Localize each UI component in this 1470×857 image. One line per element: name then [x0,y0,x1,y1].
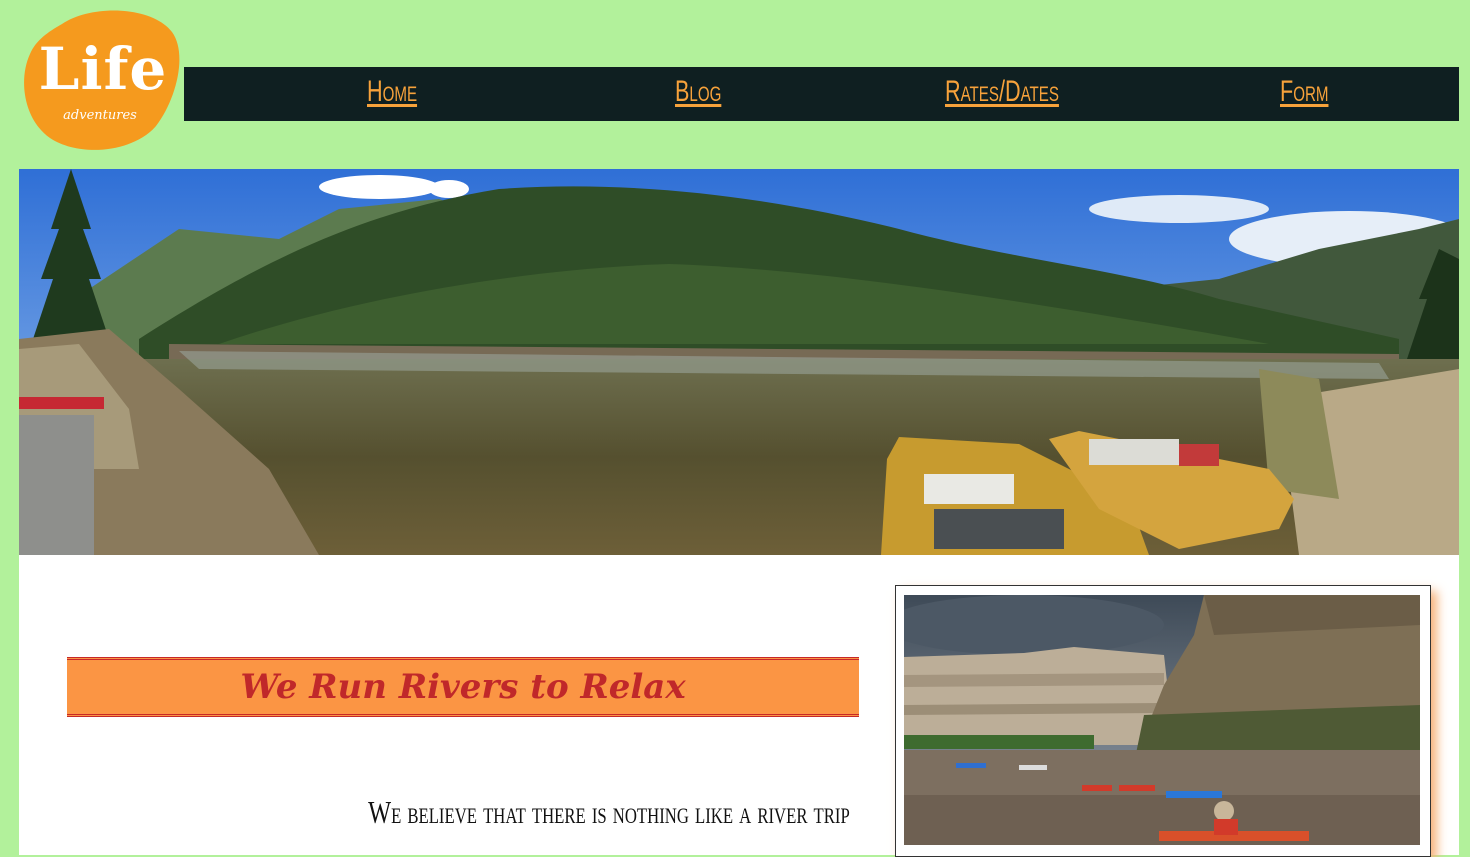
intro-tagline: We believe that there is nothing like a … [368,794,850,830]
heading-banner: We Run Rivers to Relax [67,657,859,717]
nav-link-form[interactable]: Form [1280,75,1328,109]
nav-link-rates-dates[interactable]: Rates/Dates [945,75,1059,109]
hero-image [19,169,1459,555]
page-heading: We Run Rivers to Relax [240,667,686,707]
logo-subtitle: adventures [63,108,137,123]
logo-title: Life [38,35,168,103]
main-nav: Home Blog Rates/Dates Form [184,67,1459,121]
site-logo[interactable]: Life adventures [22,10,180,152]
nav-link-blog[interactable]: Blog [675,75,721,109]
side-photo-frame [895,585,1431,857]
nav-link-home[interactable]: Home [367,75,417,109]
kayak-canyon-photo [904,595,1420,845]
